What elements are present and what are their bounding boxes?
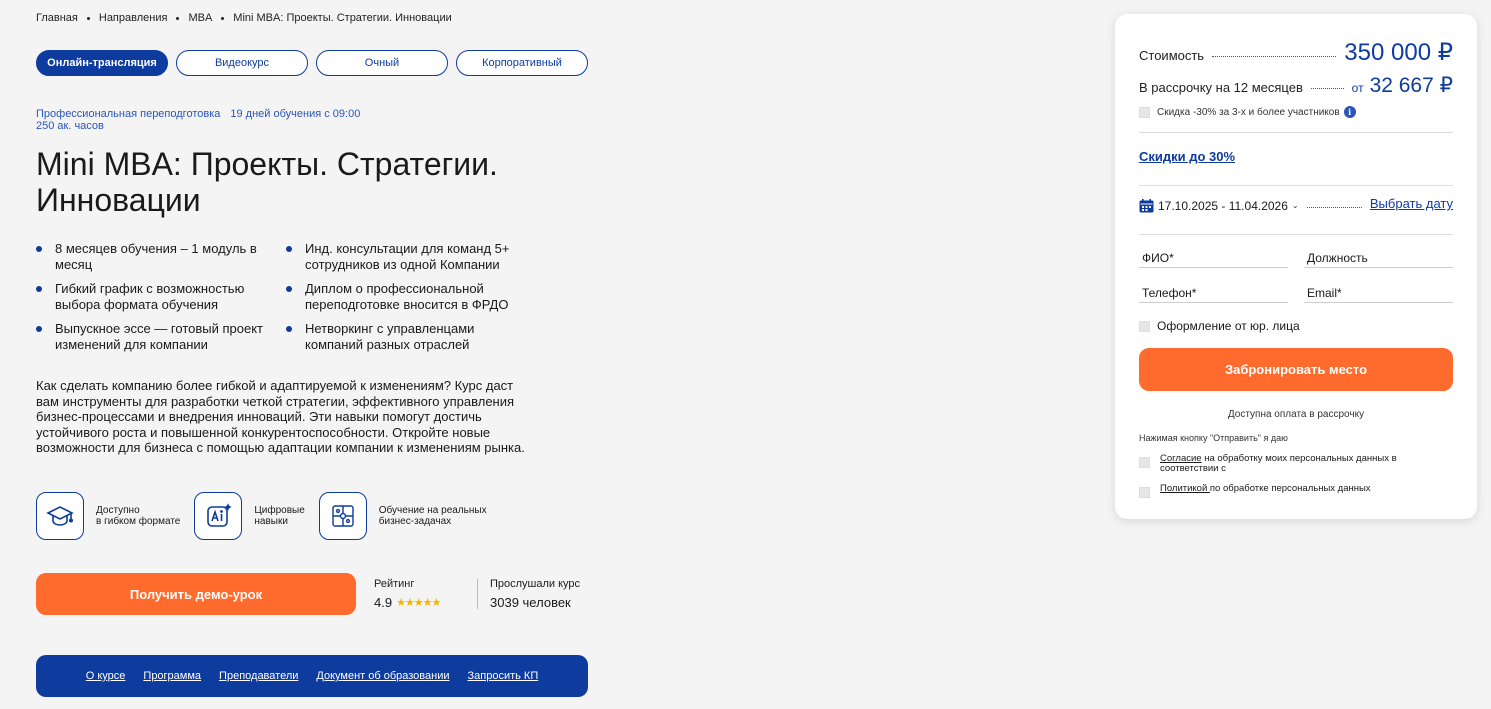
date-selector: 17.10.2025 - 11.04.2026 ⌄ Выбрать дату [1139,196,1453,213]
price-label: Стоимость [1139,48,1205,63]
ai-icon [194,492,243,540]
consent-checkbox[interactable] [1139,457,1150,468]
installment-price: 32 667 ₽ [1369,74,1453,97]
list-item: Гибкий график с возможностью выбора форм… [36,281,286,313]
format-tabs: Онлайн-трансляция Видеокурс Очный Корпор… [36,50,588,76]
nav-program[interactable]: Программа [143,670,201,682]
tab-video[interactable]: Видеокурс [176,50,308,76]
divider [1139,185,1453,186]
listened-count: Прослушали курс 3039 человек [490,578,580,610]
phone-field[interactable] [1139,283,1288,303]
press-note: Нажимая кнопку "Отправить" я даю [1139,433,1288,443]
policy-link[interactable]: Политикой [1160,483,1210,494]
installment-label: В рассрочку на 12 месяцев [1139,80,1303,95]
bullet-icon [36,246,42,252]
payment-note: Доступна оплата в рассрочку [1227,409,1365,420]
course-description: Как сделать компанию более гибкой и адап… [36,378,525,455]
list-item: Выпускное эссе — готовый проект изменени… [36,321,286,353]
pick-date-link[interactable]: Выбрать дату [1370,196,1453,211]
star-rating-icon: ★★★★★ [396,597,441,609]
divider [1139,234,1453,235]
tab-online[interactable]: Онлайн-трансляция [36,50,168,76]
rating-label: Рейтинг [374,578,415,590]
booking-card: Стоимость 350 000 ₽ В рассрочку на 12 ме… [1115,14,1477,519]
group-discount-option: Скидка -30% за 3-х и более участников i [1139,106,1356,118]
breadcrumb-current: Mini MBA: Проекты. Стратегии. Инновации [233,12,452,24]
puzzle-icon [318,492,367,540]
bullet-icon [286,286,292,292]
breadcrumb-separator [221,16,225,20]
list-item: Инд. консультации для команд 5+ сотрудни… [286,241,536,273]
bullet-icon [286,326,292,332]
legal-entity-option: Оформление от юр. лица [1139,319,1300,333]
benefit-real-tasks: Обучение на реальных бизнес-задачах [318,492,487,540]
list-item: 8 месяцев обучения – 1 модуль в месяц [36,241,286,273]
consent-personal-data: Согласие на обработку моих персональных … [1139,454,1439,474]
breadcrumb-separator [86,16,90,20]
feature-list: 8 месяцев обучения – 1 модуль в месяц Ин… [36,241,556,353]
price-value: 350 000 ₽ [1344,39,1453,66]
divider [477,579,478,609]
group-discount-checkbox[interactable] [1139,106,1150,118]
breadcrumb: Главная Направления MBA Mini MBA: Проект… [36,12,452,24]
benefits: Доступно в гибком формате Цифровые навыки [36,492,487,540]
tab-offline[interactable]: Очный [316,50,448,76]
nav-request-offer[interactable]: Запросить КП [468,670,539,682]
course-hours: 250 ак. часов [36,120,104,132]
list-item: Нетворкинг с управленцами компаний разны… [286,321,536,353]
bullet-icon [36,326,42,332]
date-range-select[interactable]: 17.10.2025 - 11.04.2026 [1158,199,1288,213]
name-field[interactable] [1139,248,1288,268]
nav-teachers[interactable]: Преподаватели [219,670,298,682]
installment-row: В рассрочку на 12 месяцев от 32 667 ₽ [1139,74,1453,97]
course-nav: О курсе Программа Преподаватели Документ… [36,655,588,697]
divider [1139,132,1453,133]
legal-entity-checkbox[interactable] [1139,320,1150,332]
nav-diploma[interactable]: Документ об образовании [316,670,449,682]
course-schedule: 19 дней обучения с 09:00 [230,108,361,120]
email-field[interactable] [1304,283,1453,303]
price-row: Стоимость 350 000 ₽ [1139,38,1453,67]
benefit-digital: Цифровые навыки [194,492,305,540]
position-field[interactable] [1304,248,1453,268]
breadcrumb-directions[interactable]: Направления [99,12,168,24]
page-title: Mini MBA: Проекты. Стратегии. Инновации [36,146,498,218]
rating-value: 4.9 [374,595,393,610]
listened-label: Прослушали курс [490,578,581,590]
breadcrumb-separator [176,16,180,20]
bullet-icon [286,246,292,252]
graduation-cap-icon [36,492,84,540]
bullet-icon [36,286,42,292]
course-type: Профессиональная переподготовка [36,108,221,120]
calendar-icon [1139,198,1154,212]
tab-corporate[interactable]: Корпоративный [456,50,588,76]
consent-policy: Политикой по обработке персональных данн… [1139,484,1439,498]
benefit-flexible: Доступно в гибком формате [36,492,180,540]
course-meta: Профессиональная переподготовка 19 дней о… [36,108,360,132]
policy-checkbox[interactable] [1139,487,1150,498]
chevron-down-icon[interactable]: ⌄ [1292,201,1299,210]
rating: Рейтинг 4.9 ★★★★★ [374,578,441,610]
demo-lesson-button[interactable]: Получить демо-урок [36,573,356,615]
book-button[interactable]: Забронировать место [1139,348,1453,391]
discounts-link[interactable]: Скидки до 30% [1139,149,1235,164]
breadcrumb-home[interactable]: Главная [36,12,78,24]
breadcrumb-mba[interactable]: MBA [188,12,212,24]
listened-value: 3039 человек [490,595,571,610]
info-icon[interactable]: i [1343,106,1356,118]
list-item: Диплом о профессиональной переподготовке… [286,281,536,313]
nav-about[interactable]: О курсе [86,670,126,682]
